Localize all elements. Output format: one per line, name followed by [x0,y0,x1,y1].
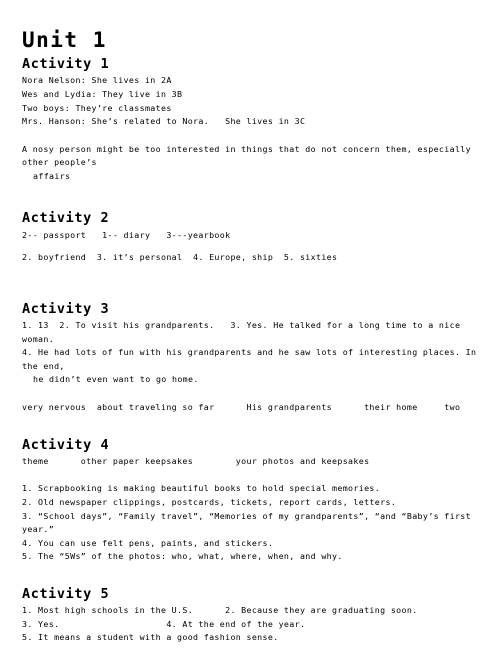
answer-line: 1. Most high schools in the U.S. 2. Beca… [22,605,418,616]
activity-1-paragraph: A nosy person might be too interested in… [22,143,494,184]
section-activity-5: Activity 5 1. Most high schools in the U… [22,586,494,649]
answer-line: Mrs. Hanson: She’s related to Nora. She … [22,116,306,127]
answer-line: 2-- passport 1-- diary 3---yearbook [22,229,231,240]
answer-line: he didn’t even want to go home. [33,374,199,385]
answer-line: Nora Nelson: She lives in 2A [22,75,172,86]
activity-1-answers: Nora Nelson: She lives in 2A Wes and Lyd… [22,74,494,128]
answer-line: 4. He had lots of fun with his grandpare… [22,347,482,371]
answer-line: 2. Old newspaper clippings, postcards, t… [22,496,397,507]
activity-5-heading: Activity 5 [22,585,110,602]
answer-line: year.” [22,524,55,535]
answer-line: 3. Yes. 4. At the end of the year. [22,618,306,629]
activity-3-heading: Activity 3 [22,300,110,317]
answer-line: 3. “School days”, “Family travel”, “Memo… [22,510,471,521]
activity-4-heading: Activity 4 [22,436,110,453]
section-activity-2: Activity 2 2-- passport 1-- diary 3---ye… [22,210,494,264]
section-activity-1: Activity 1 Nora Nelson: She lives in 2A … [22,56,494,183]
paragraph-line: A nosy person might be too interested in… [22,143,477,168]
answer-line: 5. It means a student with a good fashio… [22,632,279,643]
answer-line: 5. The “5Ws” of the photos: who, what, w… [22,551,343,562]
page-title: Unit 1 [22,28,107,52]
document-page: Unit 1 Activity 1 Nora Nelson: She lives… [0,0,502,649]
document-content: Unit 1 Activity 1 Nora Nelson: She lives… [22,28,494,649]
activity-1-heading: Activity 1 [22,56,110,73]
answer-line: Wes and Lydia: They live in 3B [22,88,183,99]
keyword-line: very nervous about traveling so far His … [22,402,461,413]
answer-line: Two boys: They’re classmates [22,102,172,113]
keyword-line: theme other paper keepsakes your photos … [22,455,370,466]
activity-4-answers: 1. Scrapbooking is making beautiful book… [22,482,494,564]
answer-line: 4. You can use felt pens, paints, and st… [22,537,274,548]
section-activity-3: Activity 3 1. 13 2. To visit his grandpa… [22,301,494,415]
answer-line: 1. 13 2. To visit his grandparents. 3. Y… [22,320,466,344]
section-activity-4: Activity 4 theme other paper keepsakes y… [22,437,494,564]
answer-line: 2. boyfriend 3. it’s personal 4. Europe,… [22,252,338,263]
activity-2-heading: Activity 2 [22,210,110,227]
paragraph-line: affairs [33,170,71,181]
answer-line: 1. Scrapbooking is making beautiful book… [22,483,381,494]
